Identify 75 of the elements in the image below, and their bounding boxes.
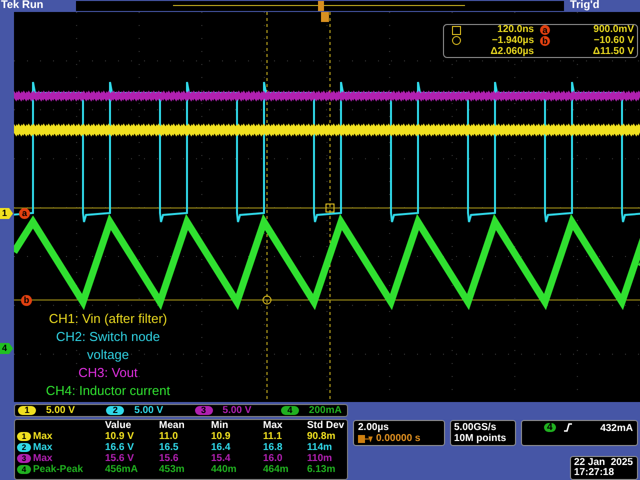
table-cell-text: 16.0 xyxy=(263,453,284,464)
trigger-offset-icon xyxy=(358,434,375,442)
cursor-time: Δ2.060µs xyxy=(489,46,534,57)
cursor-time: 120.0ns xyxy=(496,25,534,36)
legend-text: CH1: Vin (after filter) xyxy=(48,310,168,328)
time: 17:27:18 xyxy=(574,468,616,478)
cursor-value: 900.0mV xyxy=(592,25,634,36)
measurement-type: Max xyxy=(33,453,52,464)
cursor-value: −10.60 V xyxy=(592,36,634,46)
channel-scale: 5.00 V xyxy=(46,404,75,418)
cursor-circle-icon xyxy=(262,295,272,304)
time-per-division: 2.00µs xyxy=(358,422,390,433)
cursor-square-icon xyxy=(326,203,334,212)
channel-badge: 3 xyxy=(194,406,213,415)
column-header: Max xyxy=(263,420,284,431)
column-header: Std Dev xyxy=(307,420,346,431)
cursor-label: a xyxy=(540,25,550,36)
run-status: Run xyxy=(22,0,44,12)
column-header: Mean xyxy=(159,420,186,431)
channel-badge: 4 xyxy=(17,465,31,474)
channel-badge: 4 xyxy=(280,406,299,415)
legend-text: CH3: Vout xyxy=(77,364,139,382)
horizontal-position: 0.00000 s xyxy=(376,433,420,444)
measurement-type: Max xyxy=(33,442,52,453)
table-cell-text: 16.5 xyxy=(159,442,180,453)
channel-badge: 2 xyxy=(17,443,31,452)
cursor-label: b xyxy=(540,36,550,46)
table-cell-text: 15.6 xyxy=(159,453,180,464)
rising-edge-icon xyxy=(564,423,572,432)
table-cell-text: 16.6 V xyxy=(105,442,135,453)
table-cell-text: 15.4 xyxy=(211,453,232,464)
table-cell-text: 114m xyxy=(307,442,334,453)
channel-marker: 1 xyxy=(0,208,13,219)
channel-scale: 5.00 V xyxy=(134,404,164,418)
cursor-time: −1.940µs xyxy=(490,36,534,46)
table-cell-text: 456mA xyxy=(105,464,139,475)
cursor-square-icon xyxy=(452,26,461,35)
trigger-status: Trig'd xyxy=(569,0,600,12)
table-cell-text: 90.8m xyxy=(307,431,336,442)
record-length: 10M points xyxy=(454,433,508,444)
legend-text: CH4: Inductor current xyxy=(44,382,172,400)
trigger-source-badge: 4 xyxy=(544,423,556,432)
column-header: Value xyxy=(105,420,132,431)
table-cell-text: 16.4 xyxy=(211,442,232,453)
table-cell-text: 16.8 xyxy=(263,442,284,453)
table-cell-text: 11.0 xyxy=(159,431,179,442)
table-cell-text: 440m xyxy=(211,464,238,475)
table-cell-text: 110m xyxy=(307,453,334,464)
legend-text: CH2: Switch node voltage xyxy=(54,328,162,364)
trigger-marker-icon xyxy=(321,12,329,22)
channel-scale: 5.00 V xyxy=(222,404,252,418)
channel-badge: 2 xyxy=(106,406,124,415)
table-cell-text: 453m xyxy=(159,464,186,475)
measurement-type: Peak-Peak xyxy=(33,464,84,475)
channel-badge: 1 xyxy=(18,406,36,415)
channel-badge: 1 xyxy=(17,432,31,441)
trigger-position-icon xyxy=(318,0,324,11)
column-header: Min xyxy=(211,420,230,431)
cursor-label: b xyxy=(21,294,32,306)
channel-scale: 200mA xyxy=(308,404,342,418)
table-cell-text: 10.9 V xyxy=(105,431,135,442)
channel-marker: 4 xyxy=(0,342,13,354)
channel-badge: 3 xyxy=(17,454,31,463)
table-cell-text: 6.13m xyxy=(307,464,336,475)
table-cell-text: 15.6 V xyxy=(105,453,135,464)
sample-rate: 5.00GS/s xyxy=(454,422,498,433)
table-cell-text: 11.1 xyxy=(263,431,283,442)
date: 22 Jan 2025 xyxy=(574,458,634,468)
table-cell-text: 10.9 xyxy=(211,431,232,442)
brand-logo: Tek xyxy=(0,0,20,12)
measurement-type: Max xyxy=(33,431,52,442)
trigger-level: 432mA xyxy=(600,423,633,434)
cursor-label: a xyxy=(19,208,30,219)
cursor-value: Δ11.50 V xyxy=(592,46,634,57)
table-cell-text: 464m xyxy=(263,464,290,475)
